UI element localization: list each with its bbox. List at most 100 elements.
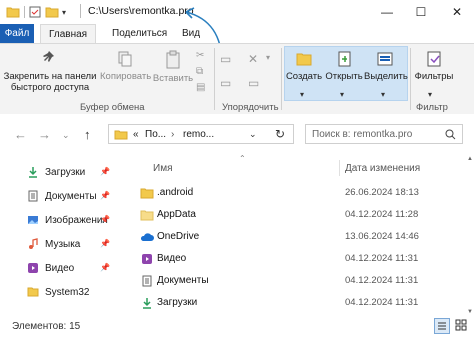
sidebar-item-label: Загрузки [45,166,86,178]
new-folder-icon[interactable] [45,6,59,18]
sidebar-item-video[interactable]: Видео 📌 [0,258,118,278]
navigation-bar: ← → ⌄ ↑ « По... › remo... ⌄ ↻ Поиск в: r… [0,114,474,154]
copy-button[interactable]: Копировать [100,50,151,82]
navigation-pane: Загрузки 📌 Документы 📌 Изображения 📌 Муз… [0,154,120,317]
search-box[interactable]: Поиск в: remontka.pro [305,124,463,144]
organize-group-label: Упорядочить [222,102,279,113]
filters-icon [427,51,441,67]
paste-button[interactable]: Вставить [152,50,194,84]
tab-home[interactable]: Главная [40,24,97,44]
search-icon [445,129,456,140]
address-bar[interactable]: « По... › remo... ⌄ ↻ [108,124,294,144]
delete-dropdown-icon[interactable]: ▾ [266,53,270,62]
rename-icon[interactable]: ▭ [248,76,259,90]
create-label: Создать [285,71,323,82]
sidebar-item-system32[interactable]: System32 [0,282,118,302]
tab-view[interactable]: Вид [174,24,208,43]
breadcrumb-overflow[interactable]: « [133,129,139,140]
select-label: Выделить [364,71,408,82]
sidebar-item-downloads[interactable]: Загрузки 📌 [0,162,118,182]
folder-icon [140,210,154,221]
clipboard-group-label: Буфер обмена [80,102,145,113]
download-icon [143,298,151,309]
pictures-icon [28,216,38,224]
pin-quick-access-button[interactable]: Закрепить на панели быстрого доступа [2,50,98,93]
properties-icon[interactable] [29,6,41,18]
table-row[interactable]: AppData 04.12.2024 11:28 [121,204,466,226]
clipboard-small-actions: ✂ ⧉ ▤ [196,48,210,96]
create-dropdown-icon[interactable]: ▾ [300,90,304,99]
filters-button[interactable]: Фильтры [412,50,456,82]
paste-shortcut-icon[interactable]: ▤ [196,80,210,96]
copy-path-icon[interactable]: ⧉ [196,64,210,80]
cloud-icon [140,233,154,241]
customize-toolbar-icon[interactable]: ▾ [62,8,66,17]
sidebar-item-music[interactable]: Музыка 📌 [0,234,118,254]
table-row[interactable]: .android 26.06.2024 18:13 [121,182,466,204]
recent-locations-icon[interactable]: ⌄ [62,130,70,141]
pin-icon: 📌 [100,191,110,200]
column-header-date[interactable]: Дата изменения [345,163,420,174]
column-header-name[interactable]: Имя [153,163,172,174]
back-arrow-icon[interactable]: ← [14,127,27,142]
breadcrumb-parent[interactable]: По... [145,129,166,140]
maximize-button[interactable]: ☐ [404,0,438,24]
table-row[interactable]: Загрузки 04.12.2024 11:31 [121,292,466,314]
file-name: .android [157,187,194,198]
sidebar-item-label: System32 [45,286,90,298]
group-divider [410,48,411,110]
table-row[interactable]: Видео 04.12.2024 11:31 [121,248,466,270]
ribbon-tabs: Файл Главная Поделиться Вид [0,24,474,44]
new-folder-icon [296,53,312,66]
create-button[interactable]: Создать [284,50,324,82]
title-bar: ▾ C:\Users\remontka.pro — ☐ ✕ [0,0,474,65]
address-dropdown-icon[interactable]: ⌄ [249,129,257,140]
file-date: 04.12.2024 11:31 [345,253,419,264]
large-icons-view-button[interactable] [454,318,470,334]
group-divider [214,48,215,110]
sidebar-item-pictures[interactable]: Изображения 📌 [0,210,118,230]
video-icon [142,254,152,264]
folder-icon [6,7,20,18]
paste-label: Вставить [152,73,194,84]
folder-icon [27,287,39,297]
move-to-icon[interactable]: ▭ [220,52,231,66]
file-list: ⌃ Имя Дата изменения .android 26.06.2024… [121,154,466,317]
documents-icon [142,275,152,287]
pin-icon: 📌 [100,239,110,248]
forward-arrow-icon[interactable]: → [38,127,51,142]
file-date: 04.12.2024 11:28 [345,209,419,220]
tab-share[interactable]: Поделиться [104,24,175,43]
sidebar-item-label: Изображения [45,214,108,226]
breadcrumb-current[interactable]: remo... [183,129,214,140]
documents-icon [28,190,38,202]
delete-icon[interactable]: ✕ [248,52,258,66]
pin-label: Закрепить на панели быстрого доступа [3,71,97,93]
filters-dropdown-icon[interactable]: ▾ [428,90,432,99]
copy-to-icon[interactable]: ▭ [220,76,231,90]
table-row[interactable]: OneDrive 13.06.2024 14:46 [121,226,466,248]
close-button[interactable]: ✕ [440,0,474,24]
refresh-icon[interactable]: ↻ [275,127,285,141]
file-name: Документы [157,275,209,286]
details-view-button[interactable] [434,318,450,334]
folder-icon [114,130,128,140]
open-button[interactable]: Открыть [324,50,364,82]
vertical-scrollbar[interactable]: ▲ ▼ [466,154,474,317]
up-arrow-icon[interactable]: ↑ [84,127,91,142]
scroll-up-icon[interactable]: ▲ [467,156,473,162]
select-dropdown-icon[interactable]: ▾ [381,90,385,99]
table-row[interactable]: Документы 04.12.2024 11:31 [121,270,466,292]
sidebar-item-documents[interactable]: Документы 📌 [0,186,118,206]
search-placeholder: Поиск в: remontka.pro [312,129,413,140]
open-dropdown-icon[interactable]: ▾ [340,90,344,99]
file-name: Загрузки [157,297,198,308]
cut-icon[interactable]: ✂ [196,48,210,64]
tab-file[interactable]: Файл [0,24,34,43]
column-divider [339,160,340,176]
scroll-down-icon[interactable]: ▼ [467,309,473,315]
file-name: AppData [157,209,196,220]
open-icon [338,51,351,67]
minimize-button[interactable]: — [370,0,404,24]
select-button[interactable]: Выделить [364,50,408,82]
